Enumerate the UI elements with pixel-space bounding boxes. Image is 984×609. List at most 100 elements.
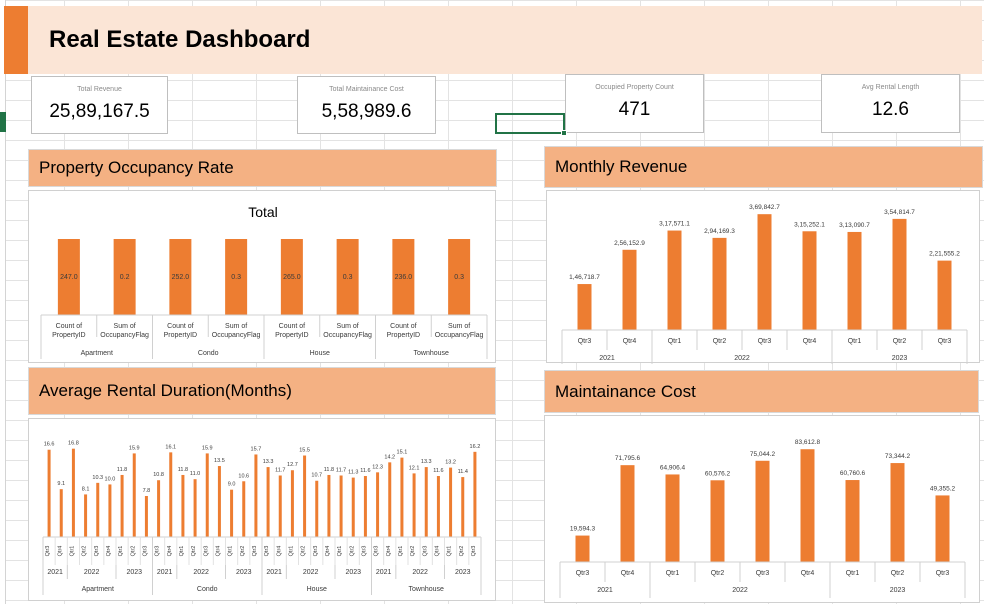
quarter-label: Qtr1 [69, 546, 75, 557]
quarter-label: Qtr3 [361, 546, 367, 557]
quarter-label: Qtr1 [288, 546, 294, 557]
bar [266, 467, 270, 537]
bar [303, 455, 307, 537]
quarter-label: Qtr2 [82, 546, 88, 557]
data-label: 11.8 [117, 467, 127, 473]
bar [845, 480, 860, 562]
kpi-avg-rental[interactable]: Avg Rental Length 12.6 [821, 74, 960, 133]
bar [667, 230, 682, 330]
data-label: 14.2 [384, 454, 395, 460]
year-label: 2021 [597, 587, 613, 594]
bar [144, 495, 148, 537]
group-label: Townhouse [414, 350, 450, 357]
kpi-total-revenue[interactable]: Total Revenue 25,89,167.5 [31, 76, 168, 134]
quarter-label: Qtr2 [711, 570, 725, 577]
data-label: 11.4 [458, 469, 468, 475]
data-label: 3,13,090.7 [839, 222, 870, 229]
chart-maintenance[interactable]: 19,594.3 71,795.6 64,906.4 60,576.2 75,044.2… [544, 415, 980, 603]
dashboard-title: Real Estate Dashboard [49, 26, 311, 53]
kpi-value: 5,58,989.6 [321, 101, 412, 122]
data-label: 10.3 [92, 475, 103, 481]
kpi-occupied-count[interactable]: Occupied Property Count 471 [565, 74, 704, 133]
data-label: 2,94,169.3 [704, 228, 735, 235]
bar [290, 470, 294, 537]
data-label: 11.7 [336, 467, 346, 473]
quarter-label: Qtr4 [276, 546, 282, 557]
data-label: 15.9 [202, 445, 213, 451]
fill-handle[interactable] [561, 130, 567, 136]
category-label: Count of [390, 323, 417, 330]
quarter-label: Qtr3 [264, 546, 270, 557]
data-label: 0.3 [231, 274, 241, 281]
chart-title: Total [248, 204, 278, 220]
kpi-total-maintenance[interactable]: Total Maintainance Cost 5,58,989.6 [297, 76, 436, 134]
data-label: 13.5 [214, 458, 225, 464]
bar [120, 474, 124, 537]
data-label: 15.7 [251, 446, 262, 452]
bar [217, 466, 221, 537]
data-label: 3,17,571.1 [659, 221, 690, 228]
data-label: 64,906.4 [660, 464, 686, 471]
data-label: 11.6 [360, 468, 370, 474]
bar [575, 535, 590, 562]
bar [424, 467, 428, 537]
quarter-label: Qtr3 [758, 338, 772, 345]
year-label: 2023 [126, 569, 142, 576]
data-label: 11.7 [275, 467, 285, 473]
bar [327, 474, 331, 537]
year-label: 2021 [599, 355, 615, 362]
quarter-label: Qtr3 [374, 546, 380, 557]
bar [278, 475, 282, 537]
selected-cell[interactable] [495, 113, 565, 134]
data-label: 11.6 [433, 468, 443, 474]
data-label: 3,15,252.1 [794, 221, 825, 228]
bar [800, 449, 815, 562]
quarter-label: Qtr3 [94, 546, 100, 557]
year-label: 2021 [266, 569, 282, 576]
data-label: 0.2 [120, 274, 130, 281]
data-label: 265.0 [283, 274, 301, 281]
title-accent-block [4, 6, 28, 74]
quarter-label: Qtr2 [410, 546, 416, 557]
bar [847, 231, 862, 330]
group-label: Apartment [82, 586, 114, 593]
data-label: 13.2 [445, 460, 456, 466]
chart-monthly-revenue[interactable]: 1,46,718.7 2,56,152.9 3,17,571.1 2,94,169.3… [546, 190, 980, 366]
data-label: 71,795.6 [615, 455, 641, 462]
quarter-label: Qtr2 [130, 546, 136, 557]
data-label: 16.8 [68, 441, 79, 447]
quarter-label: Qtr3 [471, 546, 477, 557]
year-label: 2022 [84, 569, 100, 576]
category-label: PropertyID [52, 332, 85, 339]
group-label: Apartment [81, 350, 113, 357]
bar [436, 476, 440, 537]
category-label: Sum of [225, 323, 247, 330]
bar [577, 284, 592, 330]
bar [937, 260, 952, 330]
quarter-label: Qtr2 [893, 338, 907, 345]
quarter-label: Qtr1 [337, 546, 343, 557]
chart-occupancy[interactable]: Total 247.0 0.2 252.0 0.3 265.0 0.3 236.0 0.3 Cou… [28, 190, 496, 363]
quarter-label: Qtr1 [179, 546, 185, 557]
bar [712, 237, 727, 330]
bar [351, 477, 355, 537]
quarter-label: Qtr1 [228, 546, 234, 557]
data-label: 10.7 [311, 473, 322, 479]
quarter-label: Qtr1 [666, 570, 680, 577]
category-label: PropertyID [164, 332, 197, 339]
data-label: 15.5 [299, 448, 310, 454]
data-label: 9.0 [228, 482, 236, 488]
bar [890, 463, 905, 562]
quarter-label: Qtr4 [215, 546, 221, 557]
section-header-occupancy: Property Occupancy Rate [28, 149, 497, 187]
data-label: 10.6 [238, 473, 249, 479]
row-gutter [0, 0, 6, 604]
kpi-value: 12.6 [872, 99, 909, 120]
section-header-monthly-revenue: Monthly Revenue [544, 146, 983, 188]
bar [84, 494, 88, 537]
kpi-label: Avg Rental Length [861, 84, 920, 91]
data-label: 16.1 [165, 444, 176, 450]
quarter-label: Qtr4 [386, 546, 392, 557]
chart-avg-duration[interactable]: 16.6 9.1 16.8 8.1 10.3 10.0 11.8 15.9 7.8 10.8 16.… [28, 418, 496, 601]
kpi-label: Occupied Property Count [595, 84, 674, 91]
